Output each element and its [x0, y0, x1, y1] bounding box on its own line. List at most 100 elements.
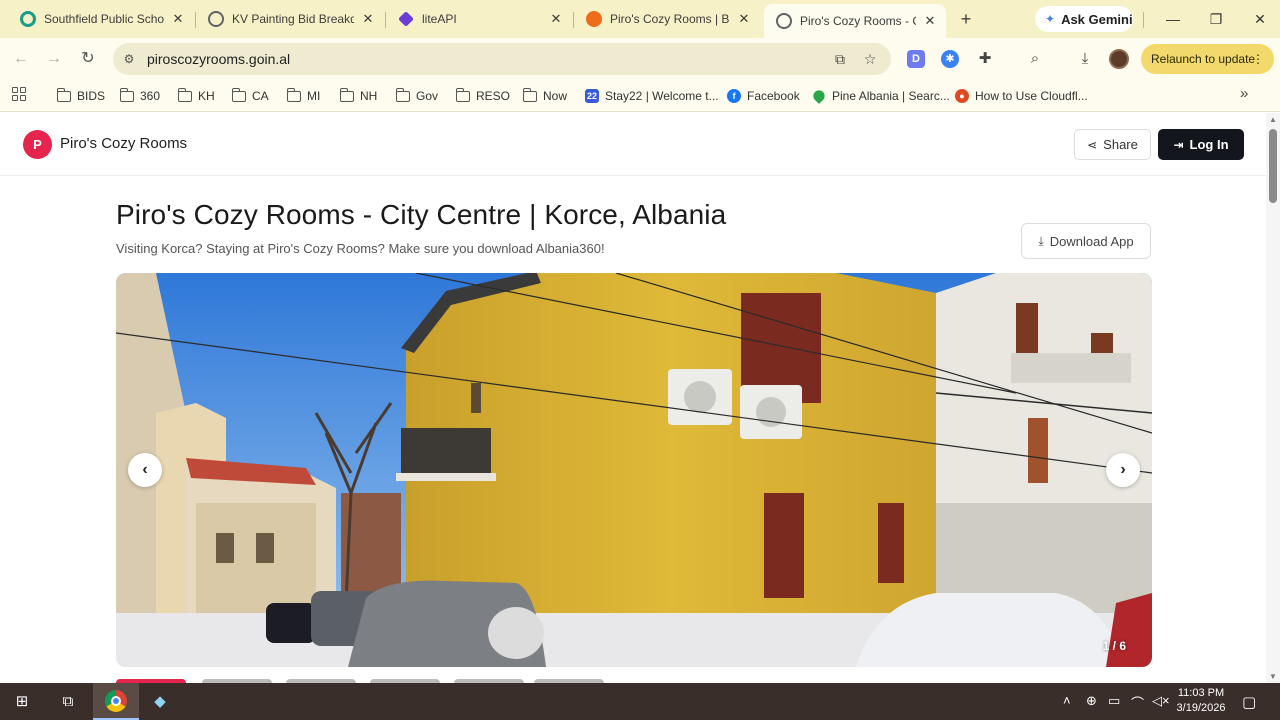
extension-settings-icon[interactable]: ✱	[941, 50, 959, 68]
bookmark-label: Facebook	[747, 89, 800, 103]
chevron-left-icon: ‹	[142, 461, 148, 478]
battery-icon[interactable]: ▭	[1108, 693, 1120, 709]
windows-start-icon[interactable]: ⊞	[10, 690, 34, 714]
bookmark-folder-gov[interactable]: Gov	[395, 86, 438, 106]
site-logo[interactable]: P	[23, 130, 52, 159]
bookmark-folder-kh[interactable]: KH	[177, 86, 215, 106]
gemini-sparkle-icon: ✦	[1045, 12, 1056, 26]
new-tab-button[interactable]: +	[956, 9, 976, 29]
bookmark-label: NH	[360, 89, 378, 103]
bookmark-label: Stay22 | Welcome t...	[605, 89, 719, 103]
folder-icon	[56, 87, 71, 102]
bookmark-label: Pine Albania | Searc...	[832, 89, 950, 103]
folder-icon	[286, 87, 301, 102]
forward-arrow-icon[interactable]: →	[43, 48, 65, 70]
bookmark-folder-bids[interactable]: BIDS	[56, 86, 106, 106]
extension-d-icon[interactable]: D	[907, 50, 925, 68]
tray-device-icon[interactable]: ⊕	[1086, 693, 1097, 709]
reload-icon[interactable]: ↻	[77, 48, 99, 70]
ask-gemini-button[interactable]: ✦ Ask Gemini	[1035, 6, 1133, 32]
tab-kv-painting[interactable]: KV Painting Bid Breakdo ✕	[196, 4, 384, 34]
folder-icon	[231, 87, 246, 102]
login-button[interactable]: ⇥ Log In	[1158, 129, 1244, 160]
globe-icon	[776, 13, 792, 29]
close-tab-icon[interactable]: ✕	[548, 11, 564, 27]
browser-toolbar: ← → ↻ ⚙ piroscozyrooms.goin.al ⧉ ☆ D ✱ ✚…	[0, 38, 1280, 80]
close-window-button[interactable]: ✕	[1248, 8, 1272, 30]
folder-icon	[455, 87, 470, 102]
close-tab-icon[interactable]: ✕	[736, 11, 752, 27]
address-bar[interactable]: ⚙ piroscozyrooms.goin.al ⧉ ☆	[113, 43, 891, 75]
profile-avatar[interactable]	[1109, 49, 1129, 69]
download-app-button[interactable]: ⤓ Download App	[1021, 223, 1151, 259]
volume-muted-icon[interactable]: ◁×	[1152, 693, 1170, 709]
extensions-puzzle-icon[interactable]: ✚	[975, 49, 995, 69]
bookmark-label: MI	[307, 89, 321, 103]
scroll-up-icon[interactable]: ▲	[1269, 115, 1277, 124]
url-text[interactable]: piroscozyrooms.goin.al	[147, 51, 290, 67]
restore-button[interactable]: ❐	[1204, 8, 1228, 30]
bookmark-folder-ca[interactable]: CA	[231, 86, 269, 106]
task-view-icon[interactable]: ⧉	[56, 690, 80, 714]
bookmark-folder-reso[interactable]: RESO	[455, 86, 511, 106]
tab-title: Piro's Cozy Rooms | Base	[610, 12, 730, 26]
relaunch-to-update-button[interactable]: Relaunch to update ⋮	[1141, 44, 1274, 74]
tab-southfield[interactable]: Southfield Public School ✕	[8, 4, 194, 34]
folder-icon	[395, 87, 410, 102]
taskbar-clock[interactable]: 11:03 PM 3/19/2026	[1172, 686, 1230, 716]
bookmark-label: RESO	[476, 89, 511, 103]
taskbar-app-icon[interactable]: ◆	[148, 690, 172, 714]
tray-chevron-up-icon[interactable]: ˄	[1063, 693, 1071, 708]
install-app-icon[interactable]: ⧉	[831, 50, 849, 68]
bookmark-folder-nh[interactable]: NH	[339, 86, 378, 106]
scroll-down-icon[interactable]: ▼	[1269, 672, 1277, 681]
folder-icon	[522, 87, 537, 102]
apps-grid-icon[interactable]	[12, 87, 26, 101]
site-brand-name[interactable]: Piro's Cozy Rooms	[60, 135, 187, 152]
close-tab-icon[interactable]: ✕	[360, 11, 376, 27]
wifi-icon[interactable]: ⌒	[1131, 693, 1144, 712]
tab-liteapi[interactable]: liteAPI ✕	[386, 4, 572, 34]
back-arrow-icon[interactable]: ←	[10, 48, 32, 70]
scrollbar-thumb[interactable]	[1269, 129, 1277, 203]
tab-piros-base[interactable]: Piro's Cozy Rooms | Base ✕	[574, 4, 760, 34]
tab-title: KV Painting Bid Breakdo	[232, 12, 354, 26]
map-pin-icon	[811, 88, 827, 104]
bookmark-facebook[interactable]: f Facebook	[727, 86, 800, 106]
login-arrow-icon: ⇥	[1173, 137, 1184, 152]
tab-search-icon[interactable]: ⌕	[1025, 49, 1045, 69]
globe-icon	[208, 11, 224, 27]
download-icon[interactable]: ⤓	[1075, 49, 1095, 69]
bookmark-label: KH	[198, 89, 215, 103]
bookmark-star-icon[interactable]: ☆	[861, 50, 879, 68]
close-tab-icon[interactable]: ✕	[170, 11, 186, 27]
page-scrollbar[interactable]: ▲ ▼	[1266, 113, 1280, 683]
tab-piros-city-active[interactable]: Piro's Cozy Rooms - City ✕	[764, 4, 946, 38]
taskbar-chrome-button[interactable]	[93, 683, 139, 720]
site-info-icon[interactable]: ⚙	[121, 51, 137, 67]
bookmark-folder-now[interactable]: Now	[522, 86, 567, 106]
gallery-prev-button[interactable]: ‹	[128, 453, 162, 487]
more-bookmarks-chevron-icon[interactable]: »	[1240, 85, 1248, 102]
notifications-icon[interactable]: ▢	[1242, 693, 1256, 711]
close-tab-icon[interactable]: ✕	[922, 13, 938, 29]
bookmark-label: BIDS	[77, 89, 106, 103]
minimize-button[interactable]: —	[1161, 8, 1185, 30]
page-viewport: P Piro's Cozy Rooms ⋖ Share ⇥ Log In Pir…	[0, 113, 1266, 683]
bookmark-folder-360[interactable]: 360	[119, 86, 161, 106]
login-label: Log In	[1189, 137, 1229, 152]
bookmark-label: 360	[140, 89, 161, 103]
gallery-next-button[interactable]: ›	[1106, 453, 1140, 487]
bookmark-pine-albania[interactable]: Pine Albania | Searc...	[811, 86, 950, 106]
bookmark-stay22[interactable]: 22 Stay22 | Welcome t...	[585, 86, 719, 106]
menu-dots-icon: ⋮	[1252, 52, 1264, 66]
folder-icon	[339, 87, 354, 102]
share-button[interactable]: ⋖ Share	[1074, 129, 1151, 160]
clock-date: 3/19/2026	[1176, 702, 1226, 714]
photo-gallery[interactable]: ‹ › 1 / 6	[116, 273, 1152, 667]
bookmark-folder-mi[interactable]: MI	[286, 86, 321, 106]
tab-title: liteAPI	[422, 12, 457, 26]
bookmark-cloudflare[interactable]: ● How to Use Cloudfl...	[955, 86, 1088, 106]
tab-title: Piro's Cozy Rooms - City	[800, 14, 916, 28]
relaunch-label: Relaunch to update	[1151, 52, 1256, 66]
